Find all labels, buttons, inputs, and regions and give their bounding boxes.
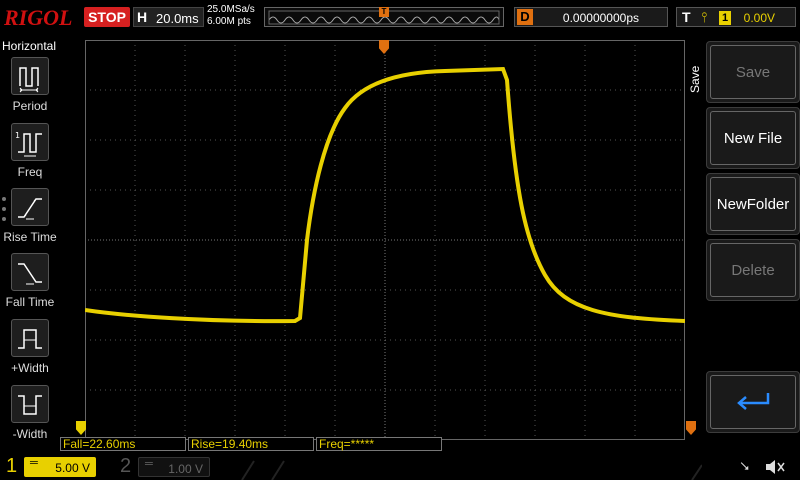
save-button[interactable]: Save	[706, 41, 800, 103]
fall-time-label: Fall Time	[5, 295, 55, 309]
measure-fall-time-button[interactable]: Fall Time	[0, 253, 60, 313]
trigger-level-value: 0.00V	[743, 11, 775, 25]
acquisition-info: 25.0MSa/s 6.00M pts	[207, 4, 263, 32]
channel-2-status[interactable]: 2 ═ 1.00 V	[114, 453, 226, 480]
horizontal-delay-display[interactable]: D 0.00000000ps	[514, 7, 668, 27]
waveform-memory-overview[interactable]: T	[264, 7, 504, 27]
new-file-button-label: New File	[723, 130, 783, 147]
waveform-display[interactable]	[85, 40, 685, 440]
frequency-label: Freq	[17, 165, 43, 179]
rise-time-label: Rise Time	[3, 230, 57, 244]
rising-edge-icon: ⫯	[701, 9, 708, 25]
delete-button[interactable]: Delete	[706, 239, 800, 301]
channel-2-scale-box[interactable]: ═ 1.00 V	[138, 457, 210, 477]
logo-text: RIGOL	[4, 5, 73, 30]
channel-1-scale: 5.00 V	[55, 461, 90, 475]
new-folder-button-label: NewFolder	[716, 196, 790, 213]
save-softkey-menu: Save Save New File NewFolder Delete	[686, 37, 800, 450]
dc-coupling-icon: ═	[145, 458, 153, 470]
timebase-display[interactable]: H 20.0ms	[133, 7, 204, 27]
period-label: Period	[12, 99, 48, 113]
channel-1-status[interactable]: 1 ═ 5.00 V	[0, 453, 112, 480]
measure-frequency-button[interactable]: 1 Freq	[0, 123, 60, 183]
period-icon	[11, 57, 49, 95]
measure-negative-width-button[interactable]: -Width	[0, 385, 60, 445]
negative-width-icon	[11, 385, 49, 423]
return-arrow-icon	[737, 393, 770, 410]
measure-positive-width-button[interactable]: +Width	[0, 319, 60, 379]
new-file-button[interactable]: New File	[706, 107, 800, 169]
rigol-logo: RIGOL	[4, 6, 78, 30]
positive-width-icon	[11, 319, 49, 357]
frequency-icon: 1	[11, 123, 49, 161]
graticule-center-axes	[85, 40, 685, 440]
memory-depth: 6.00M pts	[207, 16, 251, 27]
save-button-label: Save	[735, 64, 771, 81]
channel-1-scale-box[interactable]: ═ 5.00 V	[24, 457, 96, 477]
channel-status-bar: 1 ═ 5.00 V 2 ═ 1.00 V ⭨	[0, 453, 800, 480]
positive-width-label: +Width	[11, 361, 49, 375]
sample-rate: 25.0MSa/s	[207, 4, 255, 15]
return-button[interactable]	[706, 371, 800, 433]
delay-label: D	[517, 9, 533, 25]
speaker-muted-icon[interactable]	[764, 458, 786, 476]
right-menu-title: Save	[688, 65, 702, 93]
svg-text:1: 1	[15, 131, 20, 140]
trigger-position-marker: T	[379, 7, 389, 17]
negative-width-label: -Width	[12, 427, 48, 441]
channel-1-number: 1	[6, 455, 18, 477]
timebase-label: H	[137, 9, 148, 25]
timebase-value: 20.0ms	[156, 11, 199, 26]
channel-2-scale: 1.00 V	[168, 462, 203, 476]
fall-time-icon	[11, 253, 49, 291]
delete-button-label: Delete	[731, 262, 775, 279]
frequency-measurement: Freq=*****	[316, 437, 442, 451]
rise-time-icon	[11, 188, 49, 226]
new-folder-button[interactable]: NewFolder	[706, 173, 800, 235]
status-bar-stripes	[241, 460, 702, 480]
trigger-label: T	[682, 9, 691, 25]
measure-period-button[interactable]: Period	[0, 57, 60, 117]
fall-time-measurement: Fall=22.60ms	[60, 437, 186, 451]
top-status-bar: RIGOL STOP H 20.0ms 25.0MSa/s 6.00M pts …	[0, 0, 800, 36]
channel-2-number: 2	[120, 455, 132, 477]
rise-time-measurement: Rise=19.40ms	[188, 437, 314, 451]
delay-value: 0.00000000ps	[562, 11, 639, 25]
run-stop-indicator[interactable]: STOP	[84, 7, 130, 27]
dc-coupling-icon: ═	[30, 457, 38, 469]
measure-rise-time-button[interactable]: Rise Time	[0, 188, 60, 248]
trigger-source-badge: 1	[719, 11, 731, 25]
usb-icon: ⭨	[740, 458, 750, 474]
horizontal-measure-menu: Horizontal Period 1 Freq Rise Time Fall …	[0, 37, 60, 450]
trigger-display[interactable]: T ⫯ 1 0.00V	[676, 7, 796, 27]
left-menu-title: Horizontal	[2, 39, 57, 53]
